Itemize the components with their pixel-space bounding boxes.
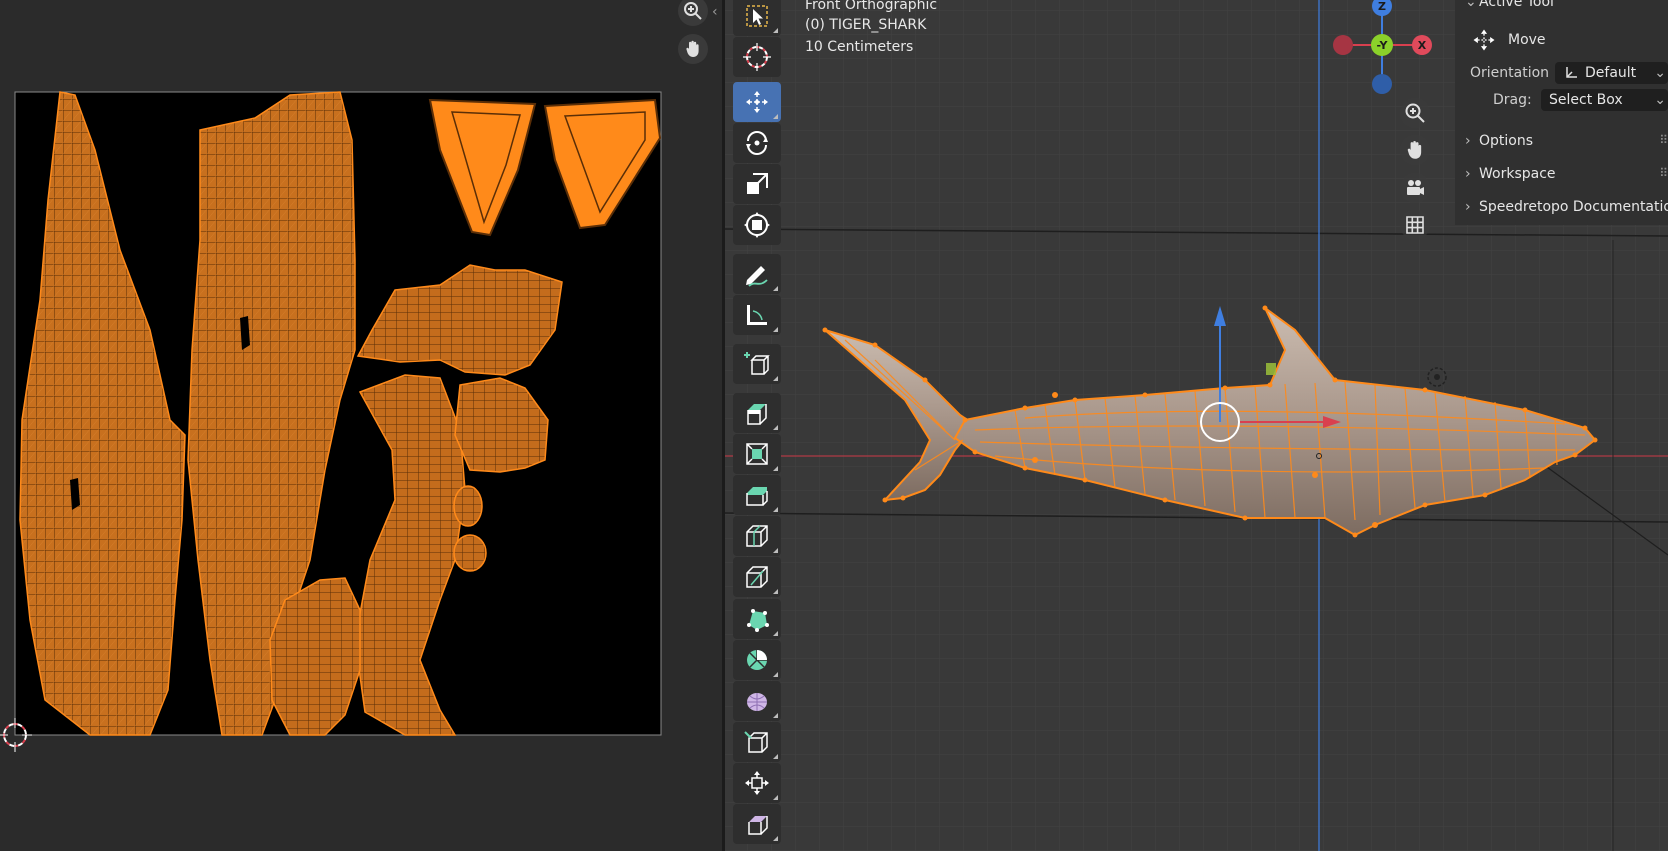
uv-editor[interactable]: ‹: [0, 0, 722, 851]
orientation-label: Orientation: [1470, 65, 1550, 81]
knife-icon: [746, 566, 768, 588]
shrink-fatten-icon: [745, 771, 769, 795]
poly-build-icon: [747, 609, 769, 632]
move-icon: [1473, 29, 1495, 51]
inset-faces-icon: [746, 443, 768, 465]
workspace-section-label: Workspace: [1479, 166, 1556, 182]
options-section-label: Options: [1479, 133, 1534, 149]
orientation-select[interactable]: Default ⌄: [1555, 62, 1668, 84]
tool-smooth[interactable]: [733, 681, 781, 721]
tool-add-cube[interactable]: [733, 344, 781, 384]
active-tool-name: Move: [1508, 32, 1546, 48]
tool-rotate[interactable]: [733, 123, 781, 163]
scale-icon: [747, 173, 768, 194]
select-box-icon: [746, 5, 768, 27]
active-tool-header[interactable]: ⌄ Active Tool: [1465, 0, 1554, 10]
extrude-region-icon: [747, 404, 767, 425]
tool-measure[interactable]: [733, 295, 781, 335]
drag-handle-icon[interactable]: ⠿: [1659, 166, 1668, 180]
tool-annotate[interactable]: [733, 254, 781, 294]
spin-icon: [747, 650, 767, 670]
zoom-icon: [1405, 103, 1425, 123]
uv-sidebar-collapse-icon[interactable]: ‹: [712, 4, 718, 20]
speedretopo-section[interactable]: › Speedretopo Documentation: [1465, 199, 1668, 215]
uv-island-eye: [453, 485, 483, 527]
tool-cursor[interactable]: [733, 37, 781, 77]
tool-bevel[interactable]: [733, 475, 781, 515]
hand-icon: [686, 40, 699, 57]
tool-move[interactable]: [733, 82, 781, 122]
rotate-icon: [746, 131, 768, 155]
measure-icon: [747, 305, 767, 325]
edge-slide-icon: [744, 731, 768, 753]
ortho-toggle-button[interactable]: [1400, 210, 1430, 240]
tool-select-box[interactable]: [733, 0, 781, 36]
tool-poly-build[interactable]: [733, 599, 781, 639]
chevron-right-icon: ›: [1465, 166, 1471, 182]
uv-island-nose: [453, 534, 487, 572]
annotate-icon: [746, 266, 768, 287]
uv-canvas[interactable]: [0, 0, 722, 851]
tool-transform[interactable]: [733, 205, 781, 245]
shear-icon: [748, 816, 768, 835]
tool-inset-faces[interactable]: [733, 434, 781, 474]
chevron-right-icon: ›: [1465, 199, 1471, 215]
tool-shear[interactable]: [733, 804, 781, 844]
hand-icon: [1407, 140, 1422, 159]
speedretopo-section-label: Speedretopo Documentation: [1479, 199, 1668, 215]
camera-icon: [1407, 180, 1424, 195]
camera-view-button[interactable]: [1400, 173, 1430, 203]
sidebar-panel: ⌄ Active Tool Move Orientation Default ⌄ …: [1455, 0, 1668, 225]
zoom-icon: [684, 2, 702, 20]
tool-extrude-region[interactable]: [733, 393, 781, 433]
tool-shrink-fatten[interactable]: [733, 763, 781, 803]
view-name: Front Orthographic: [805, 0, 938, 13]
workspace-section[interactable]: › Workspace ⠿: [1465, 166, 1668, 182]
scale-label: 10 Centimeters: [805, 39, 914, 55]
chevron-right-icon: ›: [1465, 133, 1471, 149]
transform-icon: [744, 212, 770, 238]
uv-pan-button[interactable]: [678, 34, 708, 64]
add-cube-icon: [744, 352, 770, 375]
drag-select[interactable]: Select Box ⌄: [1541, 89, 1668, 111]
cursor-icon: [743, 43, 771, 71]
chevron-down-icon: ⌄: [1654, 65, 1666, 81]
orientation-value: Default: [1585, 65, 1637, 81]
pan-button[interactable]: [1400, 135, 1430, 165]
tool-knife[interactable]: [733, 557, 781, 597]
active-tool-header-label: Active Tool: [1479, 0, 1554, 10]
options-section[interactable]: › Options ⠿: [1465, 133, 1668, 149]
active-tool-move[interactable]: Move: [1470, 26, 1546, 54]
move-icon: [746, 91, 768, 113]
grid-icon: [1406, 216, 1424, 234]
drag-handle-icon[interactable]: ⠿: [1659, 133, 1668, 147]
loop-cut-icon: [746, 525, 768, 547]
gizmo-z-label: Z: [1378, 0, 1386, 13]
drag-value: Select Box: [1549, 92, 1623, 108]
smooth-icon: [747, 693, 767, 711]
tool-scale[interactable]: [733, 164, 781, 204]
gizmo-y-label: -Y: [1377, 39, 1389, 52]
tool-spin[interactable]: [733, 640, 781, 680]
tool-loop-cut[interactable]: [733, 516, 781, 556]
object-label: (0) TIGER_SHARK: [805, 17, 927, 33]
bevel-icon: [746, 487, 768, 506]
chevron-down-icon: ⌄: [1465, 0, 1477, 10]
gizmo-x-label: X: [1418, 39, 1427, 52]
tool-edge-slide[interactable]: [733, 722, 781, 762]
chevron-down-icon: ⌄: [1654, 92, 1666, 108]
drag-label: Drag:: [1493, 92, 1532, 108]
zoom-button[interactable]: [1400, 98, 1430, 128]
orientation-icon: [1566, 67, 1577, 78]
